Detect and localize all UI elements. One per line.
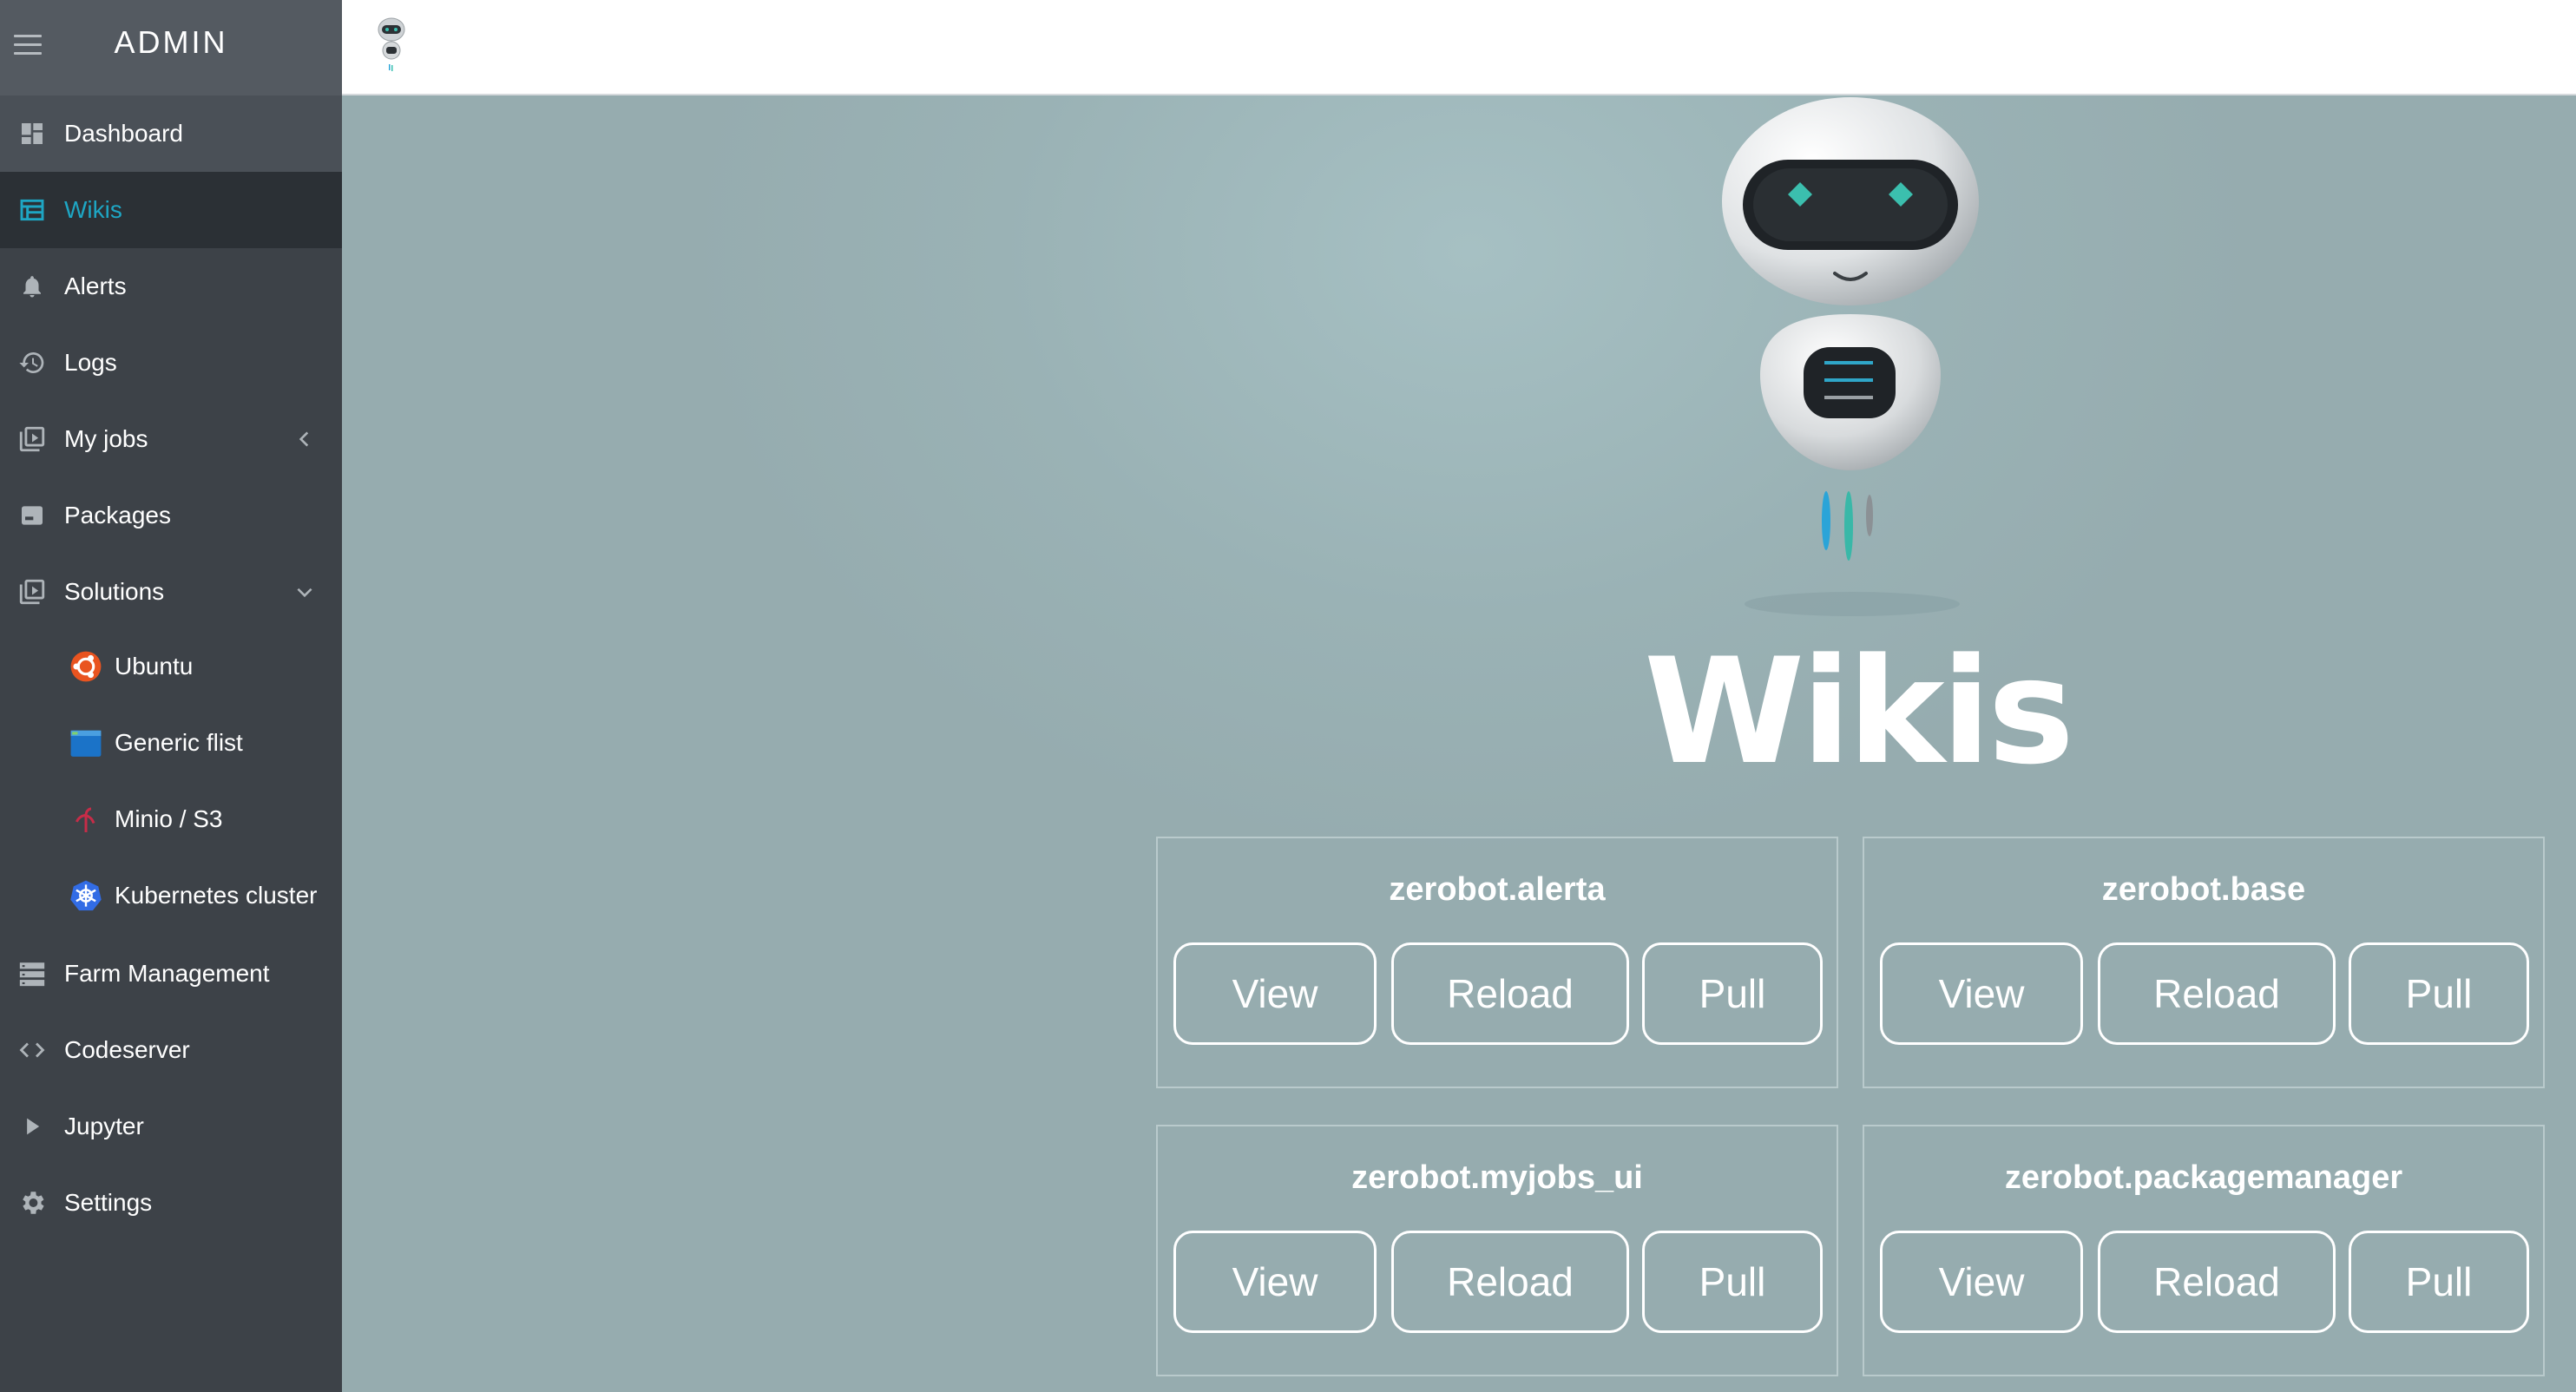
sidebar-item-wikis[interactable]: Wikis xyxy=(0,172,342,248)
flist-icon xyxy=(69,726,102,759)
sidebar-item-packages[interactable]: Packages xyxy=(0,477,342,554)
zerobot-mascot-illustration xyxy=(1722,97,1979,616)
pull-button[interactable]: Pull xyxy=(1642,942,1823,1045)
sidebar-item-label: Dashboard xyxy=(64,120,183,147)
sidebar-item-label: Solutions xyxy=(64,578,165,605)
sidebar-item-kubernetes[interactable]: Kubernetes cluster xyxy=(0,857,342,934)
sidebar-item-label: Codeserver xyxy=(64,1036,190,1063)
sidebar-item-label: Ubuntu xyxy=(115,653,194,680)
wiki-name: zerobot.alerta xyxy=(1389,871,1606,908)
pull-button[interactable]: Pull xyxy=(2349,1231,2529,1333)
package-icon xyxy=(16,499,49,532)
wiki-name: zerobot.packagemanager xyxy=(2004,1159,2403,1196)
reload-button[interactable]: Reload xyxy=(1391,942,1629,1045)
sidebar-item-label: Packages xyxy=(64,502,171,529)
reload-button[interactable]: Reload xyxy=(2098,1231,2336,1333)
sidebar-item-generic-flist[interactable]: Generic flist xyxy=(0,705,342,781)
sidebar-item-label: Wikis xyxy=(64,196,122,223)
wiki-card-alerta: zerobot.alerta View Reload Pull xyxy=(1156,837,1838,1088)
history-icon xyxy=(16,346,49,379)
sidebar-item-settings[interactable]: Settings xyxy=(0,1165,342,1241)
sidebar-item-farm-management[interactable]: Farm Management xyxy=(0,936,342,1012)
chevron-left-icon xyxy=(299,431,309,447)
sidebar-item-label: Kubernetes cluster xyxy=(115,882,318,909)
sidebar-item-jupyter[interactable]: Jupyter xyxy=(0,1088,342,1165)
wikis-icon xyxy=(16,194,49,227)
solutions-icon xyxy=(16,575,49,608)
sidebar-item-label: Minio / S3 xyxy=(115,805,223,832)
server-icon xyxy=(16,957,49,990)
sidebar-item-codeserver[interactable]: Codeserver xyxy=(0,1012,342,1088)
sidebar-header: ADMIN xyxy=(0,0,342,95)
sidebar-item-label: My jobs xyxy=(64,425,148,452)
sidebar-item-dashboard[interactable]: Dashboard xyxy=(0,95,342,172)
sidebar-item-alerts[interactable]: Alerts xyxy=(0,248,342,325)
view-button[interactable]: View xyxy=(1880,942,2083,1045)
jobs-icon xyxy=(16,423,49,456)
sidebar-title: ADMIN xyxy=(114,24,228,60)
sidebar-item-label: Farm Management xyxy=(64,960,270,987)
sidebar-item-label: Alerts xyxy=(64,272,127,299)
pull-button[interactable]: Pull xyxy=(1642,1231,1823,1333)
sidebar-item-ubuntu[interactable]: Ubuntu xyxy=(0,628,342,705)
ubuntu-icon xyxy=(69,650,102,683)
sidebar-item-label: Settings xyxy=(64,1189,153,1216)
sidebar-item-label: Jupyter xyxy=(64,1113,144,1139)
sidebar-item-my-jobs[interactable]: My jobs xyxy=(0,401,342,477)
sidebar-item-minio[interactable]: Minio / S3 xyxy=(0,781,342,857)
wiki-name: zerobot.myjobs_ui xyxy=(1351,1159,1643,1196)
sidebar-item-label: Logs xyxy=(64,349,117,376)
zerobot-logo-icon[interactable] xyxy=(375,16,408,80)
bell-icon xyxy=(16,270,49,303)
wiki-card-myjobs-ui: zerobot.myjobs_ui View Reload Pull xyxy=(1156,1125,1838,1376)
sidebar: ADMIN Dashboard Wikis Alerts Logs My job… xyxy=(0,0,342,1392)
sidebar-item-label: Generic flist xyxy=(115,729,243,756)
chevron-down-icon xyxy=(297,588,312,598)
code-icon xyxy=(16,1034,49,1067)
sidebar-item-solutions[interactable]: Solutions xyxy=(0,554,342,630)
view-button[interactable]: View xyxy=(1173,1231,1377,1333)
gear-icon xyxy=(16,1186,49,1219)
wiki-name: zerobot.base xyxy=(2101,871,2306,908)
reload-button[interactable]: Reload xyxy=(1391,1231,1629,1333)
view-button[interactable]: View xyxy=(1880,1231,2083,1333)
reload-button[interactable]: Reload xyxy=(2098,942,2336,1045)
kubernetes-icon xyxy=(69,879,102,912)
dashboard-icon xyxy=(16,117,49,150)
wiki-card-packagemanager: zerobot.packagemanager View Reload Pull xyxy=(1863,1125,2545,1376)
play-icon xyxy=(16,1110,49,1143)
top-bar xyxy=(342,0,2576,95)
pull-button[interactable]: Pull xyxy=(2349,942,2529,1045)
page-title: Wikis xyxy=(1644,627,2074,797)
sidebar-item-logs[interactable]: Logs xyxy=(0,325,342,401)
main-content: Wikis zerobot.alerta View Reload Pull ze… xyxy=(342,95,2576,1392)
minio-icon xyxy=(69,803,102,836)
wiki-card-base: zerobot.base View Reload Pull xyxy=(1863,837,2545,1088)
view-button[interactable]: View xyxy=(1173,942,1377,1045)
